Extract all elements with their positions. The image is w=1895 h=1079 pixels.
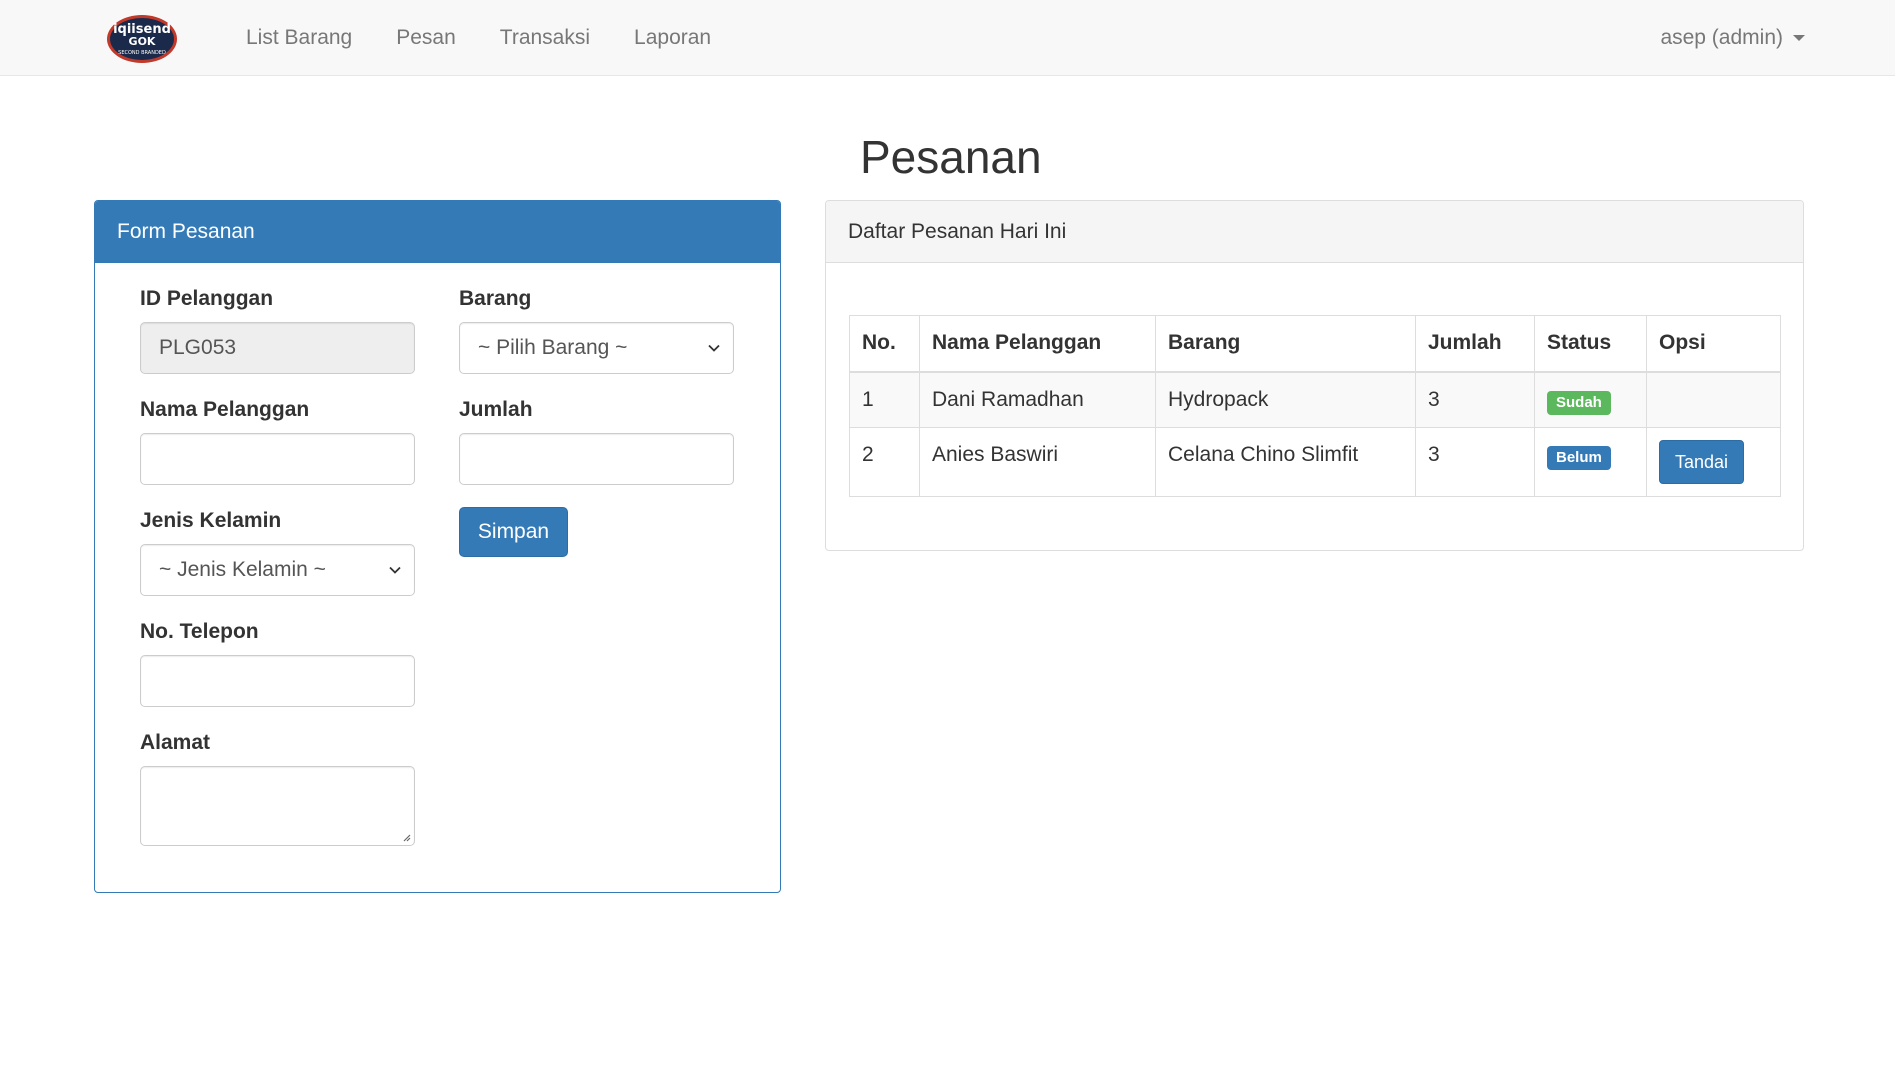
table-row: 2 Anies Baswiri Celana Chino Slimfit 3 B…: [849, 427, 1781, 497]
status-badge: Sudah: [1547, 390, 1611, 415]
simpan-button[interactable]: Simpan: [459, 507, 568, 557]
no-telepon-label: No. Telepon: [140, 620, 259, 643]
cell-barang: Hydropack: [1155, 371, 1416, 428]
jenis-kelamin-label: Jenis Kelamin: [140, 509, 282, 532]
user-menu-label: asep (admin): [1660, 26, 1783, 49]
nav-pesan[interactable]: Pesan: [374, 0, 478, 76]
cell-nama: Anies Baswiri: [919, 427, 1156, 497]
col-opsi: Opsi: [1646, 315, 1781, 373]
nav-laporan[interactable]: Laporan: [612, 0, 733, 76]
cell-status: Sudah: [1534, 371, 1647, 428]
jenis-kelamin-select[interactable]: ~ Jenis Kelamin ~: [140, 544, 415, 596]
col-nama-pelanggan: Nama Pelanggan: [919, 315, 1156, 373]
user-menu[interactable]: asep (admin): [1660, 0, 1805, 76]
id-pelanggan-input[interactable]: PLG053: [140, 322, 415, 374]
alamat-textarea[interactable]: [140, 766, 415, 846]
table-row: 1 Dani Ramadhan Hydropack 3 Sudah: [849, 371, 1781, 428]
barang-selected: ~ Pilih Barang ~: [478, 336, 628, 359]
barang-label: Barang: [459, 287, 532, 310]
cell-no: 2: [849, 427, 920, 497]
daftar-pesanan-heading: Daftar Pesanan Hari Ini: [826, 201, 1803, 263]
id-pelanggan-label: ID Pelanggan: [140, 287, 274, 310]
brand-middle-text: GOK: [129, 35, 156, 48]
cell-opsi: Tandai: [1646, 427, 1781, 497]
chevron-down-icon: [708, 344, 720, 352]
nav-transaksi[interactable]: Transaksi: [478, 0, 612, 76]
form-pesanan-heading: Form Pesanan: [95, 201, 780, 263]
cell-status: Belum: [1534, 427, 1647, 497]
page-title: Pesanan: [860, 131, 1042, 183]
cell-jumlah: 3: [1415, 427, 1535, 497]
orders-table: No. Nama Pelanggan Barang Jumlah Status …: [849, 315, 1781, 497]
col-barang: Barang: [1155, 315, 1416, 373]
cell-opsi: [1646, 371, 1781, 428]
alamat-label: Alamat: [140, 731, 211, 754]
caret-down-icon: [1793, 35, 1805, 41]
brand-logo[interactable]: iqiisend GOK SECOND BRANDED: [106, 14, 178, 64]
tandai-button[interactable]: Tandai: [1659, 440, 1745, 484]
nama-pelanggan-input[interactable]: [140, 433, 415, 485]
status-badge: Belum: [1547, 446, 1611, 470]
cell-nama: Dani Ramadhan: [919, 371, 1156, 428]
brand-bottom-text: SECOND BRANDED: [118, 50, 166, 56]
table-header-row: No. Nama Pelanggan Barang Jumlah Status …: [849, 315, 1781, 373]
navbar: iqiisend GOK SECOND BRANDED List Barang …: [0, 0, 1895, 76]
barang-select[interactable]: ~ Pilih Barang ~: [459, 322, 734, 374]
col-no: No.: [849, 315, 920, 373]
col-status: Status: [1534, 315, 1647, 373]
daftar-pesanan-panel: Daftar Pesanan Hari Ini No. Nama Pelangg…: [825, 200, 1804, 551]
col-jumlah: Jumlah: [1415, 315, 1535, 373]
jumlah-label: Jumlah: [459, 398, 533, 421]
nav-links: List Barang Pesan Transaksi Laporan: [224, 0, 733, 76]
jenis-kelamin-selected: ~ Jenis Kelamin ~: [159, 558, 326, 581]
form-pesanan-panel: Form Pesanan ID Pelanggan PLG053 Nama Pe…: [94, 200, 781, 893]
no-telepon-input[interactable]: [140, 655, 415, 707]
jumlah-input[interactable]: [459, 433, 734, 485]
cell-no: 1: [849, 371, 920, 428]
nav-list-barang[interactable]: List Barang: [224, 0, 374, 76]
chevron-down-icon: [389, 566, 401, 574]
nama-pelanggan-label: Nama Pelanggan: [140, 398, 310, 421]
cell-barang: Celana Chino Slimfit: [1155, 427, 1416, 497]
resize-grip-icon[interactable]: [401, 832, 411, 842]
cell-jumlah: 3: [1415, 371, 1535, 428]
